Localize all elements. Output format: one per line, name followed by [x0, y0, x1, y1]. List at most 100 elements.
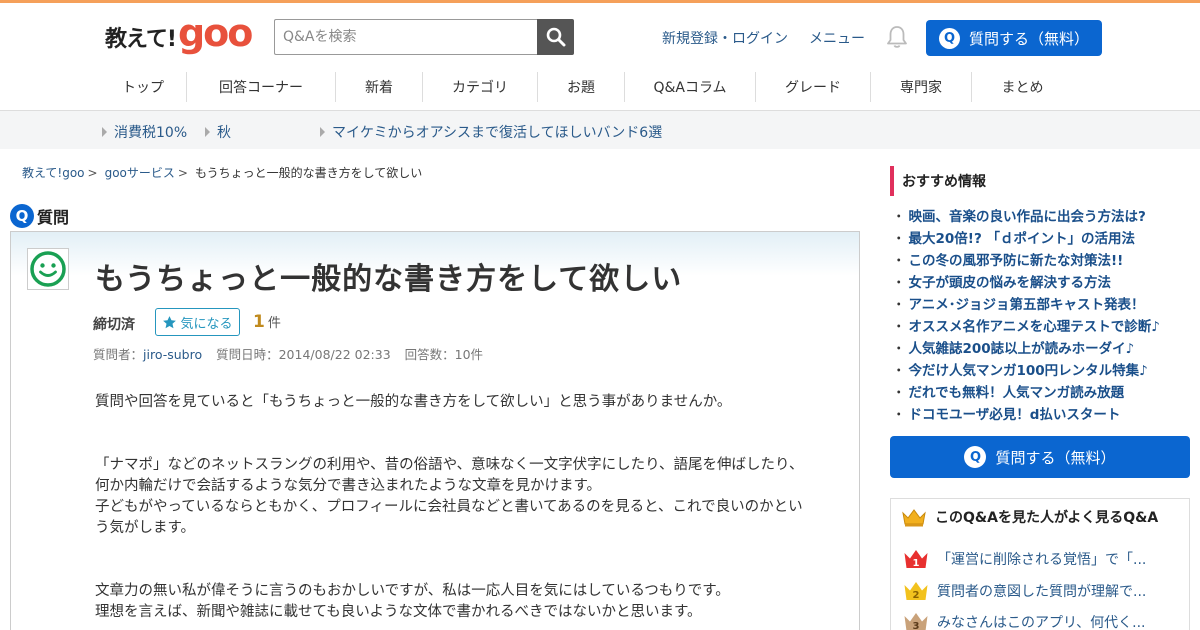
recommend-list: ・映画、音楽の良い作品に出会う方法は? ・最大20倍!? 「ｄポイント」の活用法…	[892, 204, 1192, 424]
recommend-item[interactable]: ・映画、音楽の良い作品に出会う方法は?	[892, 204, 1192, 226]
bullet: ・	[892, 275, 906, 291]
related-qa-item[interactable]: 1 「運営に削除される覚悟」で「...	[903, 547, 1146, 571]
related-qa-label: 質問者の意図した質問が理解で...	[937, 584, 1147, 600]
recommend-header: おすすめ情報	[890, 166, 986, 196]
nav-category[interactable]: カテゴリ	[423, 72, 538, 102]
bullet: ・	[892, 209, 906, 225]
asker-label: 質問者：	[93, 347, 144, 362]
recommend-item[interactable]: ・女子が頭皮の悩みを解決する方法	[892, 270, 1192, 292]
recommend-item[interactable]: ・ドコモユーザ必見！d払いスタート	[892, 402, 1192, 424]
recommend-item-label: 今だけ人気マンガ100円レンタル特集♪	[908, 363, 1148, 379]
sidebar-ask-question-button[interactable]: Q 質問する（無料）	[890, 436, 1190, 478]
question-body-p3: 文章力の無い私が偉そうに言うのもおかしいですが、私は一応人目を気にはしているつも…	[95, 581, 845, 623]
bookmark-count: 1 件	[253, 312, 281, 332]
search-input[interactable]	[274, 19, 538, 55]
bullet: ・	[892, 253, 906, 269]
trend-item[interactable]: マイケミからオアシスまで復活してほしいバンド6選	[320, 122, 662, 142]
body-line: う気がします。	[95, 520, 196, 536]
body-line: 「ナマポ」などのネットスラングの利用や、昔の俗語や、意味なく一文字伏字にしたり、…	[95, 457, 804, 473]
bullet: ・	[892, 319, 906, 335]
question-body-p2: 「ナマポ」などのネットスラングの利用や、昔の俗語や、意味なく一文字伏字にしたり、…	[95, 455, 845, 539]
body-line: 理想を言えば、新聞や雑誌に載せても良いような文体で書かれるべきではないかと思いま…	[95, 604, 702, 620]
main-nav: トップ 回答コーナー 新着 カテゴリ お題 Q&Aコラム グレード 専門家 まと…	[100, 72, 1073, 104]
ask-question-button[interactable]: Q 質問する（無料）	[926, 20, 1102, 56]
q-icon: Q	[10, 204, 34, 228]
smiley-icon	[30, 251, 66, 287]
recommend-item[interactable]: ・人気雑誌200誌以上が読みホーダイ♪	[892, 336, 1192, 358]
recommend-item-label: 人気雑誌200誌以上が読みホーダイ♪	[908, 341, 1135, 357]
recommend-item[interactable]: ・最大20倍!? 「ｄポイント」の活用法	[892, 226, 1192, 248]
nav-qa-column[interactable]: Q&Aコラム	[625, 72, 756, 102]
rank-label: 3	[913, 621, 920, 630]
bookmark-count-unit: 件	[267, 316, 281, 331]
bullet: ・	[892, 341, 906, 357]
recommend-item-label: アニメ･ジョジョ第五部キャスト発表！	[908, 297, 1145, 313]
chevron-right-icon	[320, 127, 325, 137]
recommend-item-label: この冬の風邪予防に新たな対策法!!	[908, 253, 1124, 269]
nav-answer-corner[interactable]: 回答コーナー	[187, 72, 336, 102]
ask-question-label: 質問する（無料）	[968, 29, 1089, 48]
avatar[interactable]	[27, 248, 69, 290]
recommend-item-label: ドコモユーザ必見！d払いスタート	[908, 407, 1121, 423]
bell-icon[interactable]	[886, 25, 908, 49]
related-qa-label: みなさんはこのアプリ、何代く...	[937, 615, 1146, 630]
body-line: 何か内輪だけで会話するような気分で書き込まれたような文章を見かけます。	[95, 478, 602, 494]
recommend-item[interactable]: ・オススメ名作アニメを心理テストで診断♪	[892, 314, 1192, 336]
chevron-right-icon	[205, 127, 210, 137]
trend-item[interactable]: 消費税10%	[102, 122, 187, 142]
recommend-title: おすすめ情報	[902, 174, 986, 190]
rank-label: 2	[913, 590, 920, 601]
bullet: ・	[892, 297, 906, 313]
related-qa-item[interactable]: 2 質問者の意図した質問が理解で...	[903, 579, 1146, 603]
bullet: ・	[892, 363, 906, 379]
crown-icon: 1	[904, 550, 928, 569]
question-section-label: 質問	[37, 208, 70, 227]
recommend-item-label: オススメ名作アニメを心理テストで診断♪	[908, 319, 1160, 335]
question-date: 2014/08/22 02:33	[278, 347, 391, 362]
question-body-p1: 質問や回答を見ていると「もうちょっと一般的な書き方をして欲しい」と思う事がありま…	[95, 394, 732, 410]
related-qa-box: このQ&Aを見た人がよく見るQ&A 1 「運営に削除される覚悟」で「... 2 …	[890, 498, 1190, 630]
bullet: ・	[892, 385, 906, 401]
nav-matome[interactable]: まとめ	[972, 72, 1073, 102]
breadcrumb-current: もうちょっと一般的な書き方をして欲しい	[194, 166, 423, 180]
recommend-item[interactable]: ・アニメ･ジョジョ第五部キャスト発表！	[892, 292, 1192, 314]
bullet: ・	[892, 231, 906, 247]
bookmark-button[interactable]: 気になる	[155, 308, 240, 336]
bullet: ・	[892, 407, 906, 423]
recommend-item-label: 映画、音楽の良い作品に出会う方法は?	[908, 209, 1146, 225]
search-button[interactable]	[537, 19, 574, 55]
nav-experts[interactable]: 専門家	[871, 72, 972, 102]
recommend-item[interactable]: ・今だけ人気マンガ100円レンタル特集♪	[892, 358, 1192, 380]
nav-new[interactable]: 新着	[336, 72, 423, 102]
menu-link[interactable]: メニュー	[809, 28, 865, 48]
status-badge: 締切済	[93, 317, 135, 333]
crown-icon: 3	[904, 613, 928, 630]
related-qa-label: 「運営に削除される覚悟」で「...	[937, 552, 1147, 568]
asker-link[interactable]: jiro-subro	[143, 347, 202, 362]
answers-label: 回答数：	[404, 347, 455, 362]
nav-odai[interactable]: お題	[538, 72, 625, 102]
site-logo[interactable]: 教えて! goo	[105, 14, 253, 56]
chevron-right-icon	[102, 127, 107, 137]
search-icon	[546, 27, 566, 47]
recommend-accent-bar	[890, 166, 894, 196]
nav-top[interactable]: トップ	[100, 72, 187, 102]
nav-grade[interactable]: グレード	[756, 72, 871, 102]
question-title: もうちょっと一般的な書き方をして欲しい	[95, 262, 683, 297]
star-icon	[163, 315, 177, 328]
body-line: 子どもがやっているならともかく、プロフィールに会社員などと書いてあるのを見ると、…	[95, 499, 803, 515]
trend-label: 消費税10%	[114, 125, 188, 141]
recommend-item[interactable]: ・だれでも無料！人気マンガ読み放題	[892, 380, 1192, 402]
breadcrumb-home[interactable]: 教えて!goo	[22, 164, 85, 181]
breadcrumb-goo-services[interactable]: gooサービス	[105, 164, 175, 181]
trend-item[interactable]: 秋	[205, 122, 231, 142]
register-login-link[interactable]: 新規登録・ログイン	[662, 28, 788, 48]
related-qa-item[interactable]: 3 みなさんはこのアプリ、何代く...	[903, 610, 1146, 630]
q-icon: Q	[938, 27, 960, 49]
breadcrumb-separator: >	[177, 165, 188, 180]
breadcrumb-separator: >	[87, 165, 98, 180]
recommend-item[interactable]: ・この冬の風邪予防に新たな対策法!!	[892, 248, 1192, 270]
body-line: 文章力の無い私が偉そうに言うのもおかしいですが、私は一応人目を気にはしているつも…	[95, 583, 730, 599]
crown-icon	[902, 509, 926, 527]
top-accent-stripe	[0, 0, 1200, 3]
